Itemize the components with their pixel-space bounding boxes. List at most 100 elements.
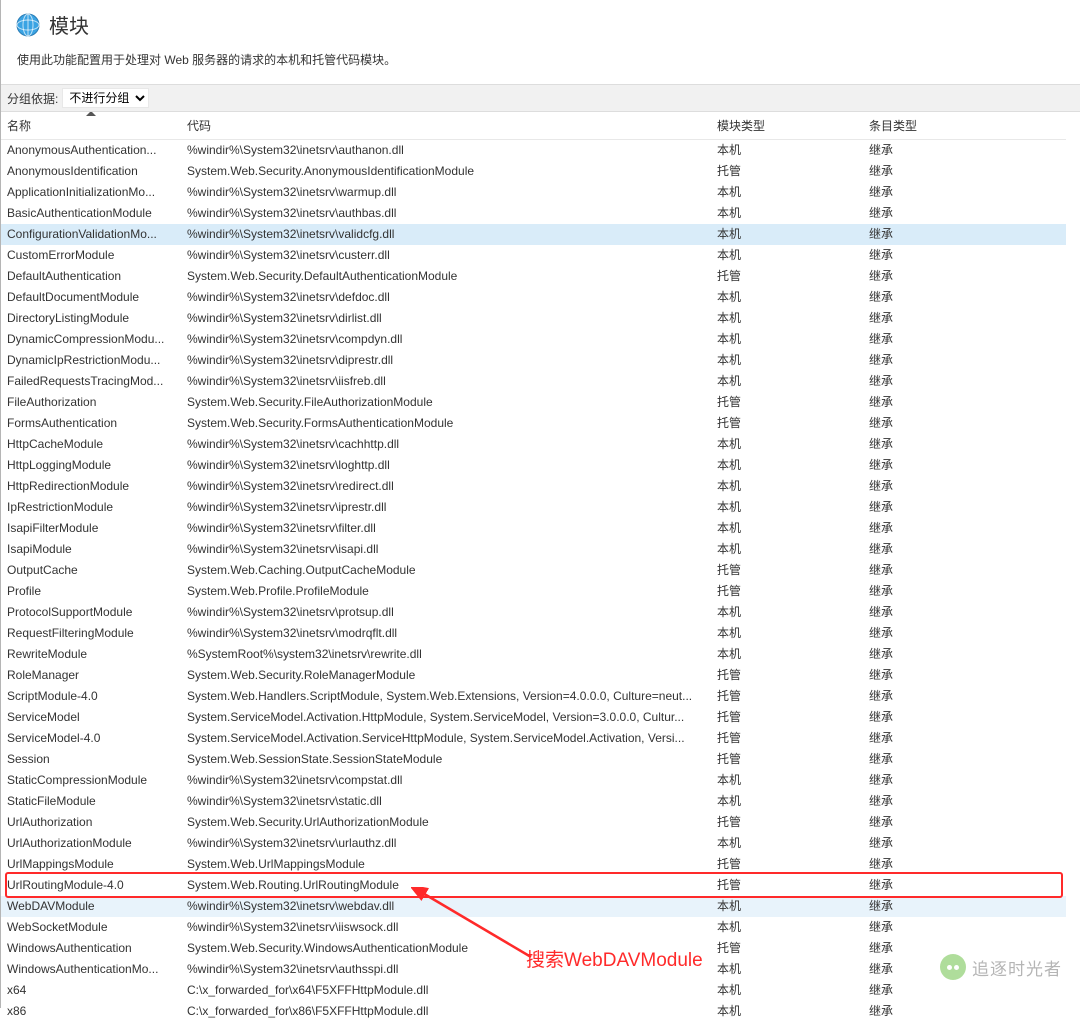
- col-module-type[interactable]: 模块类型: [711, 112, 863, 140]
- cell-module-type: 本机: [711, 182, 863, 203]
- cell-entry-type: 继承: [863, 539, 1066, 560]
- cell-module-type: 托管: [711, 665, 863, 686]
- cell-code: System.Web.Caching.OutputCacheModule: [181, 560, 711, 581]
- table-row[interactable]: HttpLoggingModule%windir%\System32\inets…: [1, 455, 1066, 476]
- table-row[interactable]: ConfigurationValidationMo...%windir%\Sys…: [1, 224, 1066, 245]
- table-row[interactable]: UrlMappingsModuleSystem.Web.UrlMappingsM…: [1, 854, 1066, 875]
- cell-name: FormsAuthentication: [1, 413, 181, 434]
- table-row[interactable]: HttpRedirectionModule%windir%\System32\i…: [1, 476, 1066, 497]
- cell-name: UrlMappingsModule: [1, 854, 181, 875]
- cell-module-type: 本机: [711, 833, 863, 854]
- table-row[interactable]: ProfileSystem.Web.Profile.ProfileModule托…: [1, 581, 1066, 602]
- cell-module-type: 托管: [711, 938, 863, 959]
- cell-entry-type: 继承: [863, 434, 1066, 455]
- table-header-row[interactable]: 名称 代码 模块类型 条目类型: [1, 112, 1066, 140]
- table-row[interactable]: x86C:\x_forwarded_for\x86\F5XFFHttpModul…: [1, 1001, 1066, 1022]
- cell-code: C:\x_forwarded_for\x86\F5XFFHttpModule.d…: [181, 1001, 711, 1022]
- table-row[interactable]: IpRestrictionModule%windir%\System32\ine…: [1, 497, 1066, 518]
- cell-module-type: 本机: [711, 602, 863, 623]
- table-row[interactable]: FailedRequestsTracingMod...%windir%\Syst…: [1, 371, 1066, 392]
- col-code[interactable]: 代码: [181, 112, 711, 140]
- cell-name: WebDAVModule: [1, 896, 181, 917]
- cell-module-type: 托管: [711, 581, 863, 602]
- cell-module-type: 本机: [711, 287, 863, 308]
- table-row[interactable]: ProtocolSupportModule%windir%\System32\i…: [1, 602, 1066, 623]
- table-row[interactable]: BasicAuthenticationModule%windir%\System…: [1, 203, 1066, 224]
- cell-entry-type: 继承: [863, 392, 1066, 413]
- modules-table[interactable]: 名称 代码 模块类型 条目类型 AnonymousAuthentication.…: [1, 112, 1066, 1022]
- cell-module-type: 托管: [711, 875, 863, 896]
- table-row[interactable]: DefaultAuthenticationSystem.Web.Security…: [1, 266, 1066, 287]
- table-row[interactable]: StaticCompressionModule%windir%\System32…: [1, 770, 1066, 791]
- cell-name: x86: [1, 1001, 181, 1022]
- table-row[interactable]: WindowsAuthenticationSystem.Web.Security…: [1, 938, 1066, 959]
- cell-name: IsapiModule: [1, 539, 181, 560]
- cell-code: %windir%\System32\inetsrv\warmup.dll: [181, 182, 711, 203]
- table-row[interactable]: AnonymousAuthentication...%windir%\Syste…: [1, 140, 1066, 162]
- table-row[interactable]: ServiceModelSystem.ServiceModel.Activati…: [1, 707, 1066, 728]
- table-row[interactable]: RoleManagerSystem.Web.Security.RoleManag…: [1, 665, 1066, 686]
- cell-code: %windir%\System32\inetsrv\redirect.dll: [181, 476, 711, 497]
- table-row[interactable]: StaticFileModule%windir%\System32\inetsr…: [1, 791, 1066, 812]
- table-row[interactable]: WindowsAuthenticationMo...%windir%\Syste…: [1, 959, 1066, 980]
- cell-entry-type: 继承: [863, 350, 1066, 371]
- table-row[interactable]: ScriptModule-4.0System.Web.Handlers.Scri…: [1, 686, 1066, 707]
- table-row[interactable]: HttpCacheModule%windir%\System32\inetsrv…: [1, 434, 1066, 455]
- cell-name: StaticCompressionModule: [1, 770, 181, 791]
- table-row[interactable]: UrlRoutingModule-4.0System.Web.Routing.U…: [1, 875, 1066, 896]
- cell-module-type: 本机: [711, 980, 863, 1001]
- cell-name: WebSocketModule: [1, 917, 181, 938]
- table-row[interactable]: x64C:\x_forwarded_for\x64\F5XFFHttpModul…: [1, 980, 1066, 1001]
- cell-module-type: 托管: [711, 812, 863, 833]
- table-row[interactable]: WebDAVModule%windir%\System32\inetsrv\we…: [1, 896, 1066, 917]
- cell-name: FailedRequestsTracingMod...: [1, 371, 181, 392]
- cell-module-type: 本机: [711, 896, 863, 917]
- cell-name: FileAuthorization: [1, 392, 181, 413]
- cell-code: %windir%\System32\inetsrv\compstat.dll: [181, 770, 711, 791]
- table-row[interactable]: SessionSystem.Web.SessionState.SessionSt…: [1, 749, 1066, 770]
- table-row[interactable]: IsapiModule%windir%\System32\inetsrv\isa…: [1, 539, 1066, 560]
- table-row[interactable]: WebSocketModule%windir%\System32\inetsrv…: [1, 917, 1066, 938]
- cell-entry-type: 继承: [863, 371, 1066, 392]
- table-row[interactable]: DefaultDocumentModule%windir%\System32\i…: [1, 287, 1066, 308]
- cell-name: RequestFilteringModule: [1, 623, 181, 644]
- cell-entry-type: 继承: [863, 1001, 1066, 1022]
- table-row[interactable]: DirectoryListingModule%windir%\System32\…: [1, 308, 1066, 329]
- cell-entry-type: 继承: [863, 602, 1066, 623]
- table-row[interactable]: CustomErrorModule%windir%\System32\inets…: [1, 245, 1066, 266]
- cell-code: %windir%\System32\inetsrv\modrqflt.dll: [181, 623, 711, 644]
- cell-code: %windir%\System32\inetsrv\isapi.dll: [181, 539, 711, 560]
- cell-entry-type: 继承: [863, 896, 1066, 917]
- cell-entry-type: 继承: [863, 833, 1066, 854]
- col-name[interactable]: 名称: [1, 112, 181, 140]
- cell-entry-type: 继承: [863, 980, 1066, 1001]
- cell-code: %windir%\System32\inetsrv\authbas.dll: [181, 203, 711, 224]
- table-row[interactable]: OutputCacheSystem.Web.Caching.OutputCach…: [1, 560, 1066, 581]
- cell-module-type: 本机: [711, 770, 863, 791]
- table-row[interactable]: IsapiFilterModule%windir%\System32\inets…: [1, 518, 1066, 539]
- cell-module-type: 本机: [711, 539, 863, 560]
- table-row[interactable]: UrlAuthorizationModule%windir%\System32\…: [1, 833, 1066, 854]
- cell-name: ServiceModel-4.0: [1, 728, 181, 749]
- cell-module-type: 本机: [711, 203, 863, 224]
- table-row[interactable]: RewriteModule%SystemRoot%\system32\inets…: [1, 644, 1066, 665]
- table-row[interactable]: DynamicCompressionModu...%windir%\System…: [1, 329, 1066, 350]
- group-by-select[interactable]: 不进行分组: [62, 88, 149, 108]
- cell-module-type: 托管: [711, 854, 863, 875]
- table-row[interactable]: UrlAuthorizationSystem.Web.Security.UrlA…: [1, 812, 1066, 833]
- table-row[interactable]: FileAuthorizationSystem.Web.Security.Fil…: [1, 392, 1066, 413]
- cell-name: DirectoryListingModule: [1, 308, 181, 329]
- table-row[interactable]: DynamicIpRestrictionModu...%windir%\Syst…: [1, 350, 1066, 371]
- cell-code: System.Web.Security.AnonymousIdentificat…: [181, 161, 711, 182]
- table-row[interactable]: FormsAuthenticationSystem.Web.Security.F…: [1, 413, 1066, 434]
- cell-code: System.ServiceModel.Activation.HttpModul…: [181, 707, 711, 728]
- cell-entry-type: 继承: [863, 308, 1066, 329]
- cell-module-type: 本机: [711, 308, 863, 329]
- cell-name: ServiceModel: [1, 707, 181, 728]
- table-row[interactable]: ApplicationInitializationMo...%windir%\S…: [1, 182, 1066, 203]
- table-row[interactable]: AnonymousIdentificationSystem.Web.Securi…: [1, 161, 1066, 182]
- col-entry-type[interactable]: 条目类型: [863, 112, 1066, 140]
- table-row[interactable]: ServiceModel-4.0System.ServiceModel.Acti…: [1, 728, 1066, 749]
- cell-name: DynamicIpRestrictionModu...: [1, 350, 181, 371]
- table-row[interactable]: RequestFilteringModule%windir%\System32\…: [1, 623, 1066, 644]
